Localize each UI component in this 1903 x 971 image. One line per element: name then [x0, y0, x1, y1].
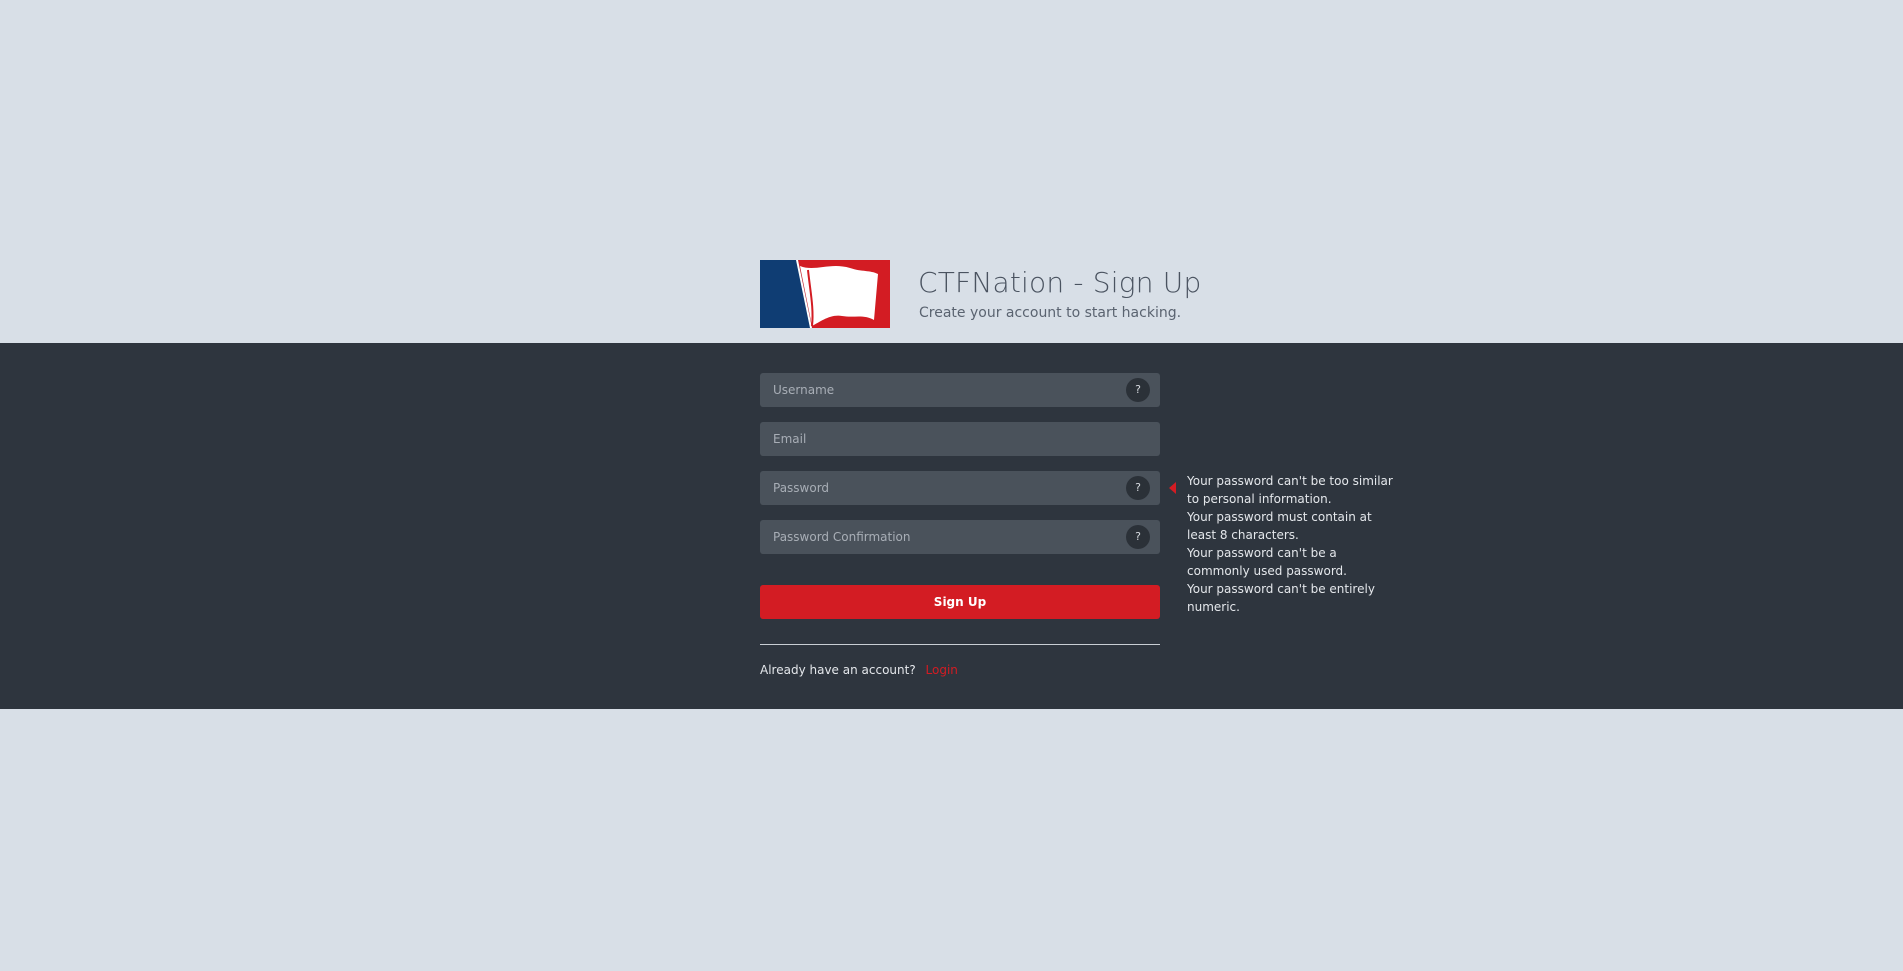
signup-page: CTFNation - Sign Up Create your account …	[0, 0, 1903, 971]
header: CTFNation - Sign Up Create your account …	[760, 260, 1201, 328]
login-link[interactable]: Login	[926, 663, 958, 677]
password-confirmation-input[interactable]	[760, 520, 1160, 554]
email-input[interactable]	[760, 422, 1160, 456]
username-field: ?	[760, 373, 1160, 407]
signup-form: ? ? ? Sign Up Already have an account? L…	[760, 373, 1160, 677]
username-help-icon[interactable]: ?	[1126, 378, 1150, 402]
username-input[interactable]	[760, 373, 1160, 407]
caret-left-icon	[1169, 482, 1176, 494]
login-row: Already have an account? Login	[760, 663, 1160, 677]
page-title: CTFNation - Sign Up	[918, 266, 1202, 299]
sign-up-button[interactable]: Sign Up	[760, 585, 1160, 619]
password-rule: Your password can't be too similar to pe…	[1187, 474, 1393, 506]
password-rules: Your password can't be too similar to pe…	[1187, 472, 1397, 616]
password-help-icon[interactable]: ?	[1126, 476, 1150, 500]
page-subtitle: Create your account to start hacking.	[919, 305, 1182, 321]
password-rule: Your password must contain at least 8 ch…	[1187, 510, 1372, 542]
password-input[interactable]	[760, 471, 1160, 505]
password-rule: Your password can't be entirely numeric.	[1187, 582, 1375, 614]
password-rule: Your password can't be a commonly used p…	[1187, 546, 1347, 578]
flag-logo-icon	[760, 260, 890, 328]
password-confirmation-field: ?	[760, 520, 1160, 554]
email-field	[760, 422, 1160, 456]
divider	[760, 644, 1160, 645]
login-prompt: Already have an account?	[760, 663, 916, 677]
password-confirmation-help-icon[interactable]: ?	[1126, 525, 1150, 549]
password-field: ?	[760, 471, 1160, 505]
